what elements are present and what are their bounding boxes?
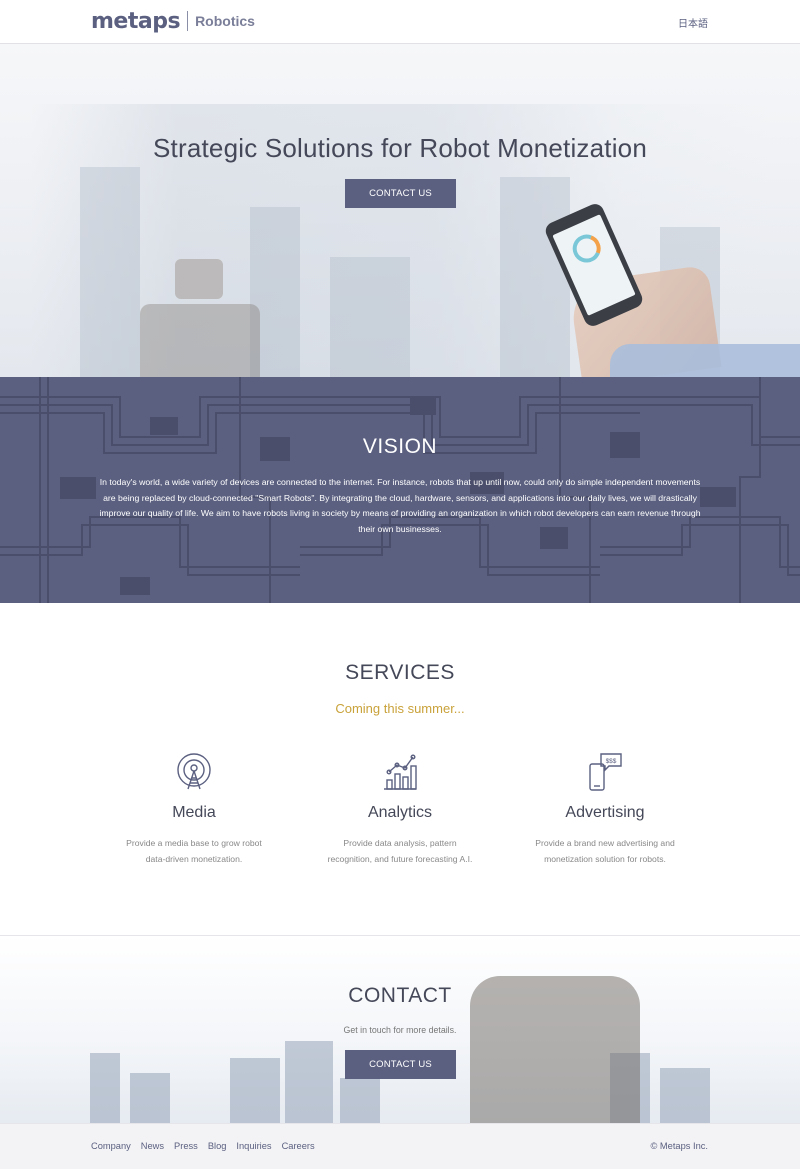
bar-chart-icon xyxy=(384,754,417,790)
icon-badge-text: $$$ xyxy=(606,758,617,765)
copyright: © Metaps Inc. xyxy=(650,1141,709,1151)
background-building xyxy=(130,1073,170,1123)
hero-contact-button[interactable]: CONTACT US xyxy=(345,179,456,208)
footer-link-inquiries[interactable]: Inquiries xyxy=(236,1141,271,1151)
contact-button[interactable]: CONTACT US xyxy=(345,1050,456,1079)
footer-nav: Company News Press Blog Inquiries Career… xyxy=(91,1141,315,1151)
robot-image-head xyxy=(175,259,223,299)
logo-subtitle: Robotics xyxy=(195,13,255,29)
background-building xyxy=(285,1041,333,1123)
vision-section: VISION In today's world, a wide variety … xyxy=(0,377,800,603)
logo-brand: metaps xyxy=(91,8,181,34)
service-analytics: Analytics Provide data analysis, pattern… xyxy=(300,752,500,867)
footer-link-press[interactable]: Press xyxy=(174,1141,198,1151)
hero-title: Strategic Solutions for Robot Monetizati… xyxy=(153,133,647,163)
service-advertising: $$$ Advertising Provide a brand new adve… xyxy=(505,752,705,867)
background-building xyxy=(330,257,410,377)
phone-chart-ring xyxy=(568,230,606,268)
broadcast-tower-icon xyxy=(177,753,211,790)
contact-subtitle: Get in touch for more details. xyxy=(343,1025,457,1035)
vision-text: In today's world, a wide variety of devi… xyxy=(99,477,701,534)
services-title: SERVICES xyxy=(345,661,455,684)
logo[interactable]: metaps Robotics xyxy=(91,8,255,34)
contact-title: CONTACT xyxy=(348,984,452,1007)
hero-section: Strategic Solutions for Robot Monetizati… xyxy=(0,44,800,377)
background-building xyxy=(660,1068,710,1123)
service-description: Provide a media base to grow robot data-… xyxy=(126,838,262,864)
footer-link-careers[interactable]: Careers xyxy=(282,1141,315,1151)
sleeve-image xyxy=(610,344,800,377)
service-description: Provide data analysis, pattern recogniti… xyxy=(327,838,473,864)
contact-section: CONTACT Get in touch for more details. C… xyxy=(0,935,800,1123)
services-subtitle: Coming this summer... xyxy=(335,701,465,716)
background-building xyxy=(340,1078,380,1123)
service-media: Media Provide a media base to grow robot… xyxy=(94,752,294,867)
logo-divider xyxy=(187,11,189,31)
vision-title: VISION xyxy=(362,435,438,458)
background-building xyxy=(500,177,570,377)
background-building xyxy=(230,1058,280,1123)
site-header: metaps Robotics 日本語 xyxy=(0,0,800,44)
service-name: Media xyxy=(172,804,216,821)
background-building xyxy=(80,167,140,377)
footer-link-company[interactable]: Company xyxy=(91,1141,131,1151)
footer-link-blog[interactable]: Blog xyxy=(208,1141,227,1151)
robot-image xyxy=(140,304,260,377)
service-name: Advertising xyxy=(565,804,645,821)
phone-ad-icon: $$$ xyxy=(589,753,622,791)
background-building xyxy=(90,1053,120,1123)
language-switch-link[interactable]: 日本語 xyxy=(678,15,708,30)
service-name: Analytics xyxy=(367,804,433,821)
footer-link-news[interactable]: News xyxy=(141,1141,164,1151)
service-description: Provide a brand new advertising and mone… xyxy=(535,838,675,864)
site-footer: Company News Press Blog Inquiries Career… xyxy=(0,1123,800,1169)
